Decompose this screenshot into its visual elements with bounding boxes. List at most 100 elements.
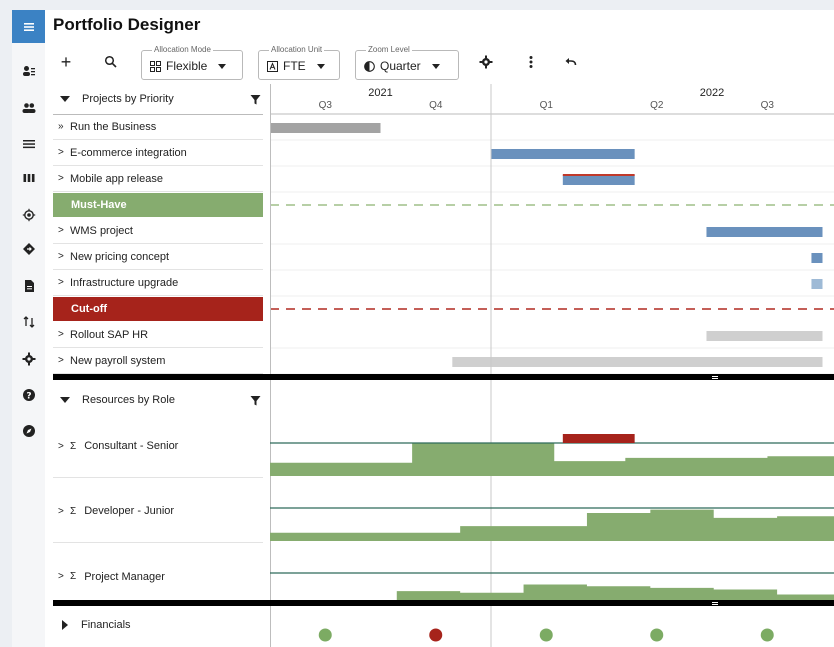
project-bar[interactable] bbox=[491, 149, 635, 159]
financial-status-dot[interactable] bbox=[429, 628, 443, 642]
gantt-chart: 2021 2022 Q3 Q4 Q1 Q2 Q3 bbox=[270, 84, 834, 647]
project-bar[interactable] bbox=[452, 357, 823, 367]
search-icon bbox=[104, 55, 117, 68]
project-label: Run the Business bbox=[70, 120, 157, 133]
sort-icon[interactable] bbox=[12, 312, 45, 332]
project-row[interactable]: » Run the Business bbox=[53, 114, 263, 140]
splitter-bar bbox=[270, 600, 834, 606]
allocation-area bbox=[270, 443, 834, 476]
allocation-unit-legend: Allocation Unit bbox=[269, 45, 325, 55]
plus-icon: + bbox=[60, 52, 72, 72]
project-bar[interactable] bbox=[811, 253, 823, 263]
project-bar[interactable] bbox=[706, 227, 823, 237]
columns-icon[interactable] bbox=[12, 168, 45, 188]
project-label: New pricing concept bbox=[70, 250, 170, 263]
chevron-right-icon[interactable]: > bbox=[58, 355, 70, 366]
financial-status-dot[interactable] bbox=[760, 628, 774, 642]
financials-label: Financials bbox=[81, 619, 131, 631]
allocation-area bbox=[270, 509, 834, 541]
priority-band[interactable]: Cut-off bbox=[53, 297, 263, 321]
projects-header-label: Projects by Priority bbox=[82, 93, 174, 105]
zoom-level-value: Quarter bbox=[380, 59, 421, 73]
diamond-icon[interactable] bbox=[12, 239, 45, 259]
over-allocation[interactable] bbox=[562, 434, 635, 443]
chevron-right-icon[interactable]: > bbox=[58, 441, 70, 452]
grid-icon bbox=[150, 60, 161, 72]
compass-icon[interactable] bbox=[12, 421, 45, 441]
chevron-right-icon[interactable]: > bbox=[58, 173, 70, 184]
quarter-label: Q2 bbox=[650, 100, 664, 111]
zoom-level-legend: Zoom Level bbox=[366, 45, 412, 55]
settings-button[interactable] bbox=[474, 50, 498, 74]
chevron-down-icon bbox=[218, 63, 227, 69]
document-icon[interactable] bbox=[12, 276, 45, 296]
chevron-right-icon[interactable]: > bbox=[58, 225, 70, 236]
year-label: 2021 bbox=[368, 87, 392, 99]
resource-label: Developer - Junior bbox=[84, 505, 175, 517]
quarter-label: Q1 bbox=[540, 100, 554, 111]
project-bar[interactable] bbox=[270, 123, 381, 133]
quarter-label: Q3 bbox=[319, 100, 333, 111]
left-nav: ? bbox=[12, 10, 45, 647]
person-list-icon[interactable] bbox=[12, 61, 45, 81]
project-bar[interactable] bbox=[562, 175, 635, 185]
chevron-right-icon[interactable]: > bbox=[58, 571, 70, 582]
collapse-triangle-icon[interactable] bbox=[60, 397, 70, 403]
chevron-right-icon[interactable]: > bbox=[58, 506, 70, 517]
people-icon[interactable] bbox=[12, 98, 45, 118]
project-row[interactable]: > New pricing concept bbox=[53, 244, 263, 270]
resource-row[interactable]: > Σ Developer - Junior bbox=[53, 480, 263, 543]
chevron-right-icon[interactable]: » bbox=[58, 121, 70, 132]
more-button[interactable] bbox=[519, 50, 543, 74]
project-row[interactable]: > New payroll system bbox=[53, 348, 263, 374]
priority-band[interactable]: Must-Have bbox=[53, 193, 263, 217]
filter-icon[interactable] bbox=[250, 395, 261, 406]
project-label: Infrastructure upgrade bbox=[70, 276, 179, 289]
allocation-mode-legend: Allocation Mode bbox=[152, 45, 213, 55]
filter-icon[interactable] bbox=[250, 94, 261, 105]
allocation-unit-select[interactable]: Allocation Unit FTE bbox=[258, 45, 340, 80]
undo-icon bbox=[565, 58, 577, 66]
search-button[interactable] bbox=[99, 50, 123, 74]
contrast-icon bbox=[364, 60, 375, 72]
allocation-mode-value: Flexible bbox=[166, 59, 208, 73]
financial-status-dot[interactable] bbox=[650, 628, 664, 642]
undo-button[interactable] bbox=[559, 50, 583, 74]
allocation-mode-select[interactable]: Allocation Mode Flexible bbox=[141, 45, 243, 80]
resource-row[interactable]: > Σ Project Manager bbox=[53, 545, 263, 608]
financial-status-dot[interactable] bbox=[539, 628, 553, 642]
resource-row[interactable]: > Σ Consultant - Senior bbox=[53, 415, 263, 478]
chevron-right-icon[interactable]: > bbox=[58, 277, 70, 288]
project-bar[interactable] bbox=[706, 331, 823, 341]
financials-row[interactable]: Financials bbox=[53, 610, 263, 640]
add-button[interactable]: + bbox=[54, 50, 78, 74]
project-row[interactable]: > Infrastructure upgrade bbox=[53, 270, 263, 296]
project-label: Rollout SAP HR bbox=[70, 328, 149, 341]
priority-band-label: Cut-off bbox=[71, 303, 108, 315]
zoom-level-select[interactable]: Zoom Level Quarter bbox=[355, 45, 459, 80]
project-row[interactable]: > WMS project bbox=[53, 218, 263, 244]
expand-triangle-icon[interactable] bbox=[62, 620, 68, 630]
gear-icon[interactable] bbox=[12, 349, 45, 369]
role-sum-icon: Σ bbox=[70, 505, 77, 517]
quarter-label: Q3 bbox=[761, 100, 775, 111]
chevron-right-icon[interactable]: > bbox=[58, 329, 70, 340]
chevron-right-icon[interactable]: > bbox=[58, 147, 70, 158]
allocation-unit-value: FTE bbox=[283, 59, 306, 73]
project-row[interactable]: > Mobile app release bbox=[53, 166, 263, 192]
list-icon[interactable] bbox=[12, 134, 45, 154]
project-bar[interactable] bbox=[811, 279, 823, 289]
menu-icon[interactable] bbox=[12, 10, 45, 43]
project-row[interactable]: > E-commerce integration bbox=[53, 140, 263, 166]
target-icon[interactable] bbox=[12, 205, 45, 225]
financial-status-dot[interactable] bbox=[318, 628, 332, 642]
collapse-triangle-icon[interactable] bbox=[60, 96, 70, 102]
project-label: Mobile app release bbox=[70, 172, 163, 185]
role-sum-icon: Σ bbox=[70, 440, 77, 452]
splitter-grip bbox=[712, 378, 718, 379]
overlap-indicator bbox=[562, 174, 635, 176]
chevron-right-icon[interactable]: > bbox=[58, 251, 70, 262]
help-icon[interactable]: ? bbox=[12, 385, 45, 405]
priority-band-label: Must-Have bbox=[71, 199, 127, 211]
project-row[interactable]: > Rollout SAP HR bbox=[53, 322, 263, 348]
